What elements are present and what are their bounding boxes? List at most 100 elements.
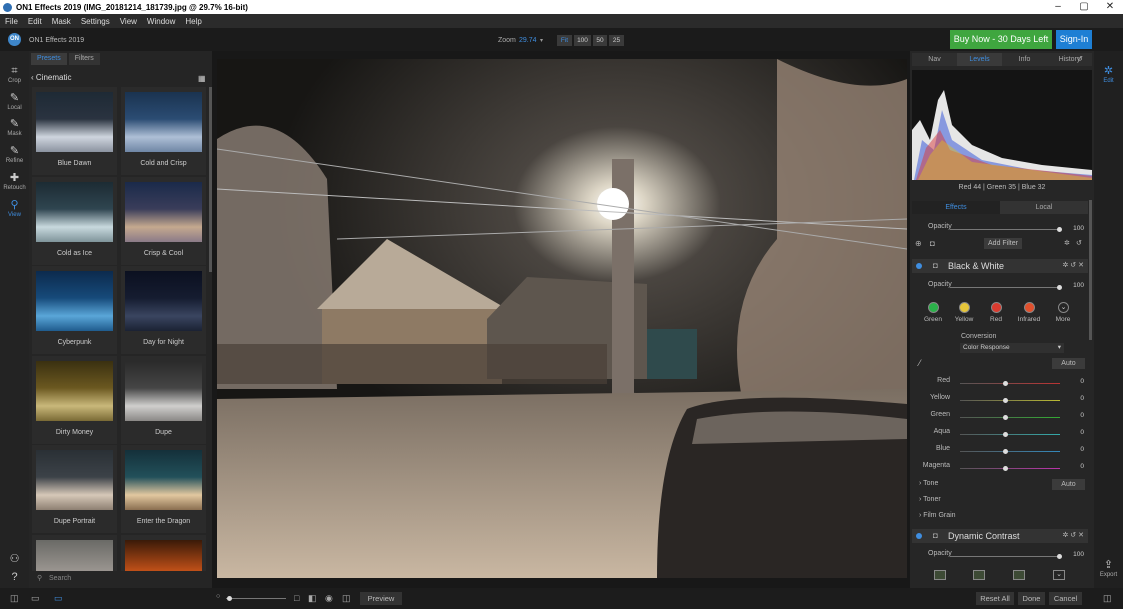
zoom-100-button[interactable]: 100: [574, 35, 591, 46]
filter-mask-icon[interactable]: ◘: [933, 259, 938, 273]
user-icon[interactable]: ⚇: [0, 553, 29, 566]
sign-in-button[interactable]: Sign-In: [1056, 30, 1092, 49]
preset-thumb[interactable]: Cold and Crisp: [121, 87, 206, 175]
export-module[interactable]: ⇪ Export: [1094, 559, 1123, 578]
preset-icon[interactable]: [973, 570, 985, 580]
zoom-50-button[interactable]: 50: [593, 35, 607, 46]
circle-view-icon[interactable]: ◉: [325, 593, 333, 604]
zoom-out-icon[interactable]: ○: [216, 593, 220, 600]
tool-mask[interactable]: ✎ Mask: [0, 118, 29, 137]
cancel-button[interactable]: Cancel: [1049, 592, 1082, 605]
grid-view-icon[interactable]: ▦: [198, 74, 206, 83]
slider-knob[interactable]: [1003, 432, 1008, 437]
done-button[interactable]: Done: [1018, 592, 1045, 605]
filter-mask-icon[interactable]: ◘: [933, 529, 938, 543]
tone-auto-button[interactable]: Auto: [1052, 479, 1085, 490]
preset-thumb[interactable]: [32, 535, 117, 571]
preview-button[interactable]: Preview: [360, 592, 402, 605]
slider-knob[interactable]: [1003, 381, 1008, 386]
channel-slider[interactable]: [960, 468, 1060, 469]
preset-icon[interactable]: [934, 570, 946, 580]
search-input[interactable]: ⚲ Search: [31, 573, 209, 585]
add-filter-button[interactable]: Add Filter: [984, 238, 1022, 249]
slider-knob[interactable]: [227, 596, 232, 601]
preset-icon[interactable]: [1013, 570, 1025, 580]
preset-thumb[interactable]: Dupe: [121, 356, 206, 444]
close-icon[interactable]: ✕: [1097, 0, 1123, 14]
conversion-select[interactable]: Color Response ▾: [960, 343, 1064, 353]
tool-local[interactable]: ✎ Local: [0, 92, 29, 111]
tool-retouch[interactable]: ✚ Retouch: [0, 172, 29, 191]
category-header[interactable]: ‹ Cinematic: [31, 71, 209, 84]
filter-controls[interactable]: ✲ ↺ ✕: [1063, 259, 1085, 273]
preset-thumb[interactable]: Cyberpunk: [32, 266, 117, 354]
chevron-down-icon[interactable]: ▾: [540, 37, 543, 44]
menu-help[interactable]: Help: [180, 17, 206, 26]
reset-icon[interactable]: ↺: [1076, 239, 1082, 247]
zoom-fit-button[interactable]: Fit: [557, 35, 572, 46]
on1-logo[interactable]: ON: [8, 33, 21, 46]
channel-slider[interactable]: [960, 451, 1060, 452]
auto-button[interactable]: Auto: [1052, 358, 1085, 369]
menu-window[interactable]: Window: [142, 17, 180, 26]
preset-thumb[interactable]: Dirty Money: [32, 356, 117, 444]
section-tone[interactable]: › Tone: [919, 480, 938, 487]
preset-thumb[interactable]: Day for Night: [121, 266, 206, 354]
filter-header-dynamic-contrast[interactable]: ◘ Dynamic Contrast ✲ ↺ ✕: [912, 529, 1088, 543]
yellow-filter-swatch[interactable]: [959, 302, 970, 313]
menu-edit[interactable]: Edit: [23, 17, 47, 26]
maximize-icon[interactable]: ▢: [1071, 0, 1097, 14]
mask-view-icon[interactable]: ◧: [308, 593, 317, 604]
eyedropper-icon[interactable]: ⁄: [919, 358, 921, 368]
photo-preview[interactable]: [217, 59, 907, 578]
tool-view[interactable]: ⚲ View: [0, 199, 29, 218]
zoom-value[interactable]: 29.74: [519, 37, 537, 44]
more-chevron-icon[interactable]: ⌄: [1053, 570, 1065, 580]
tab-history[interactable]: History: [1047, 53, 1092, 66]
green-filter-swatch[interactable]: [928, 302, 939, 313]
preset-thumb[interactable]: Crisp & Cool: [121, 177, 206, 265]
buy-now-button[interactable]: Buy Now - 30 Days Left: [950, 30, 1052, 49]
minimize-icon[interactable]: –: [1045, 0, 1071, 14]
compare-icon[interactable]: ▭: [31, 593, 40, 604]
channel-slider[interactable]: [960, 417, 1060, 418]
infrared-filter-swatch[interactable]: [1024, 302, 1035, 313]
slider-knob[interactable]: [1057, 227, 1062, 232]
zoom-25-button[interactable]: 25: [609, 35, 624, 46]
section-film-grain[interactable]: › Film Grain: [919, 512, 956, 519]
more-chevron-icon[interactable]: ⌄: [1058, 302, 1069, 313]
filter-header-black-white[interactable]: ◘ Black & White ✲ ↺ ✕: [912, 259, 1088, 273]
square-icon[interactable]: □: [294, 593, 299, 603]
filter-controls[interactable]: ✲ ↺ ✕: [1063, 529, 1085, 543]
slider-knob[interactable]: [1003, 398, 1008, 403]
preset-thumb[interactable]: Enter the Dragon: [121, 445, 206, 533]
reset-all-button[interactable]: Reset All: [976, 592, 1014, 605]
tab-filters[interactable]: Filters: [68, 53, 100, 65]
master-opacity-slider[interactable]: [950, 229, 1060, 230]
slider-knob[interactable]: [1003, 415, 1008, 420]
history-reset-icon[interactable]: ↺: [1077, 55, 1083, 63]
panel-scrollbar[interactable]: [1089, 200, 1092, 340]
channel-slider[interactable]: [960, 434, 1060, 435]
lock-icon[interactable]: ⊕: [915, 239, 922, 248]
channel-slider[interactable]: [960, 383, 1060, 384]
edit-module[interactable]: ✲ Edit: [1094, 65, 1123, 84]
tab-levels[interactable]: Levels: [957, 53, 1002, 66]
preset-thumb[interactable]: Dupe Portrait: [32, 445, 117, 533]
tab-nav[interactable]: Nav: [912, 53, 957, 66]
preset-thumb[interactable]: Blue Dawn: [32, 87, 117, 175]
tab-effects[interactable]: Effects: [912, 201, 1000, 214]
red-filter-swatch[interactable]: [991, 302, 1002, 313]
tool-refine[interactable]: ✎ Refine: [0, 145, 29, 164]
slider-knob[interactable]: [1003, 466, 1008, 471]
filter-enabled-indicator[interactable]: [916, 263, 922, 269]
settings-icon[interactable]: ✲: [1064, 239, 1070, 247]
menu-settings[interactable]: Settings: [76, 17, 115, 26]
bw-opacity-slider[interactable]: [950, 287, 1060, 288]
tool-crop[interactable]: ⌗ Crop: [0, 65, 29, 84]
help-icon[interactable]: ?: [0, 571, 29, 584]
tab-info[interactable]: Info: [1002, 53, 1047, 66]
sidebar-toggle-icon[interactable]: ◫: [1103, 593, 1112, 604]
panel-toggle-icon[interactable]: ◫: [10, 593, 19, 604]
preset-thumb[interactable]: [121, 535, 206, 571]
